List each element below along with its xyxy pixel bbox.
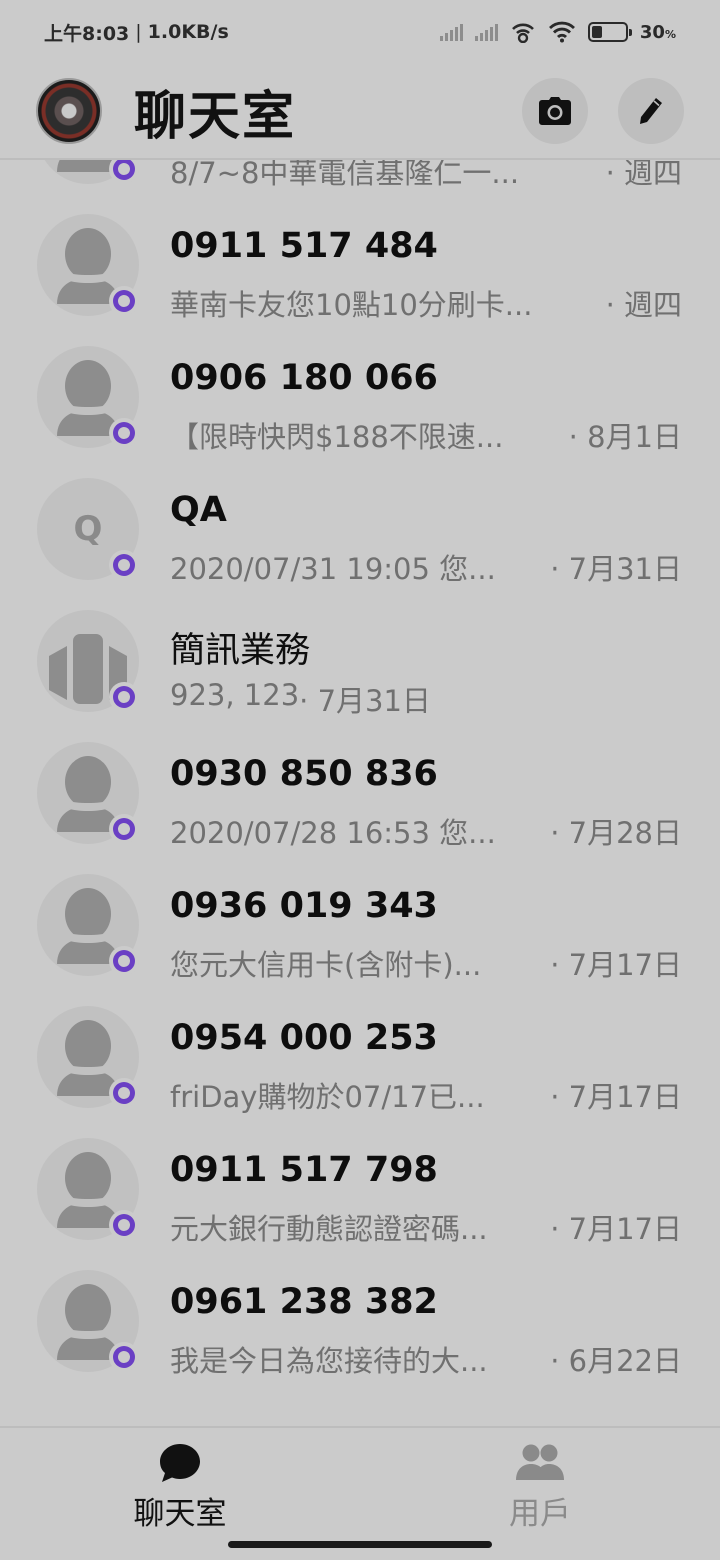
conversation-list[interactable]: 0911 510 6078/7~8中華電信基隆仁一...· 週四0911 517… (0, 160, 720, 1426)
battery-percent-unit: % (664, 27, 676, 41)
people-icon (516, 1444, 564, 1480)
contact-name: QA (170, 490, 227, 530)
hotspot-icon (511, 23, 534, 43)
wifi-icon (548, 21, 575, 43)
conversation-list-inner: 0911 510 6078/7~8中華電信基隆仁一...· 週四0911 517… (0, 160, 720, 1378)
battery-percent-value: 30 (639, 21, 665, 43)
message-time: · 6月22日 (550, 1344, 682, 1378)
page-title: 聊天室 (134, 86, 297, 147)
conversation-row[interactable]: 0936 019 343 您元大信用卡(含附卡)... · 7月17日 (0, 840, 720, 982)
battery-icon (587, 22, 632, 42)
contact-name: 簡訊業務 (170, 631, 311, 671)
conversation-row[interactable]: 0961 238 382 我是今日為您接待的大... · 6月22日 (0, 1236, 720, 1378)
rcs-chat-badge-icon (109, 1342, 139, 1372)
chat-bubble-icon (160, 1444, 200, 1482)
contact-name: 0911 517 484 (170, 226, 438, 266)
conversation-row[interactable]: 0911 517 798 元大銀行動態認證密碼... · 7月17日 (0, 1104, 720, 1246)
status-separator: | (135, 21, 142, 43)
message-preview-row: 我是今日為您接待的大... · 6月22日 (170, 1338, 682, 1380)
conversation-row[interactable]: 簡訊業務 923, 123 · 7月31日 (0, 576, 720, 718)
pencil-icon (640, 98, 662, 124)
camera-icon (539, 97, 571, 125)
conversation-row[interactable]: 0911 510 6078/7~8中華電信基隆仁一...· 週四 (0, 160, 720, 190)
compose-button[interactable] (618, 78, 684, 144)
contact-name: 0961 238 382 (170, 1282, 438, 1322)
conversation-row[interactable]: Q QA 2020/07/31 19:05 您... · 7月31日 (0, 444, 720, 586)
avatar-letter: Q (73, 509, 103, 549)
contact-name: 0936 019 343 (170, 886, 438, 926)
contact-name: 0954 000 253 (170, 1018, 438, 1058)
status-right: 30% (439, 21, 676, 43)
status-time: 上午8:03 (44, 22, 130, 45)
conversation-row[interactable]: 0930 850 836 2020/07/28 16:53 您... · 7月28日 (0, 708, 720, 850)
nav-chats-label: 聊天室 (133, 1496, 227, 1532)
signal-icon-2 (474, 23, 498, 41)
conversation-row[interactable]: 0954 000 253 friDay購物於07/17已... · 7月17日 (0, 972, 720, 1114)
conversation-row[interactable]: 0906 180 066 【限時快閃$188不限速... · 8月1日 (0, 312, 720, 454)
message-preview: 我是今日為您接待的大... (170, 1344, 488, 1378)
status-bar: 上午8:03 | 1.0KB/s 30% (0, 0, 720, 64)
contact-name: 0930 850 836 (170, 754, 438, 794)
nav-users-label: 用戶 (509, 1496, 571, 1532)
home-indicator (228, 1541, 492, 1548)
status-left: 上午8:03 | 1.0KB/s (44, 19, 229, 46)
battery-percent: 30% (640, 22, 676, 43)
network-speed: 1.0KB/s (147, 21, 229, 43)
bottom-nav: 聊天室 用戶 (0, 1426, 720, 1560)
conversation-row[interactable]: 0911 517 484 華南卡友您10點10分刷卡... · 週四 (0, 180, 720, 322)
contact-name: 0911 517 798 (170, 1150, 438, 1190)
camera-button[interactable] (522, 78, 588, 144)
contact-name: 0906 180 066 (170, 358, 438, 398)
signal-icon (439, 23, 463, 41)
profile-avatar[interactable] (36, 78, 102, 144)
app-header: 聊天室 (0, 64, 720, 160)
